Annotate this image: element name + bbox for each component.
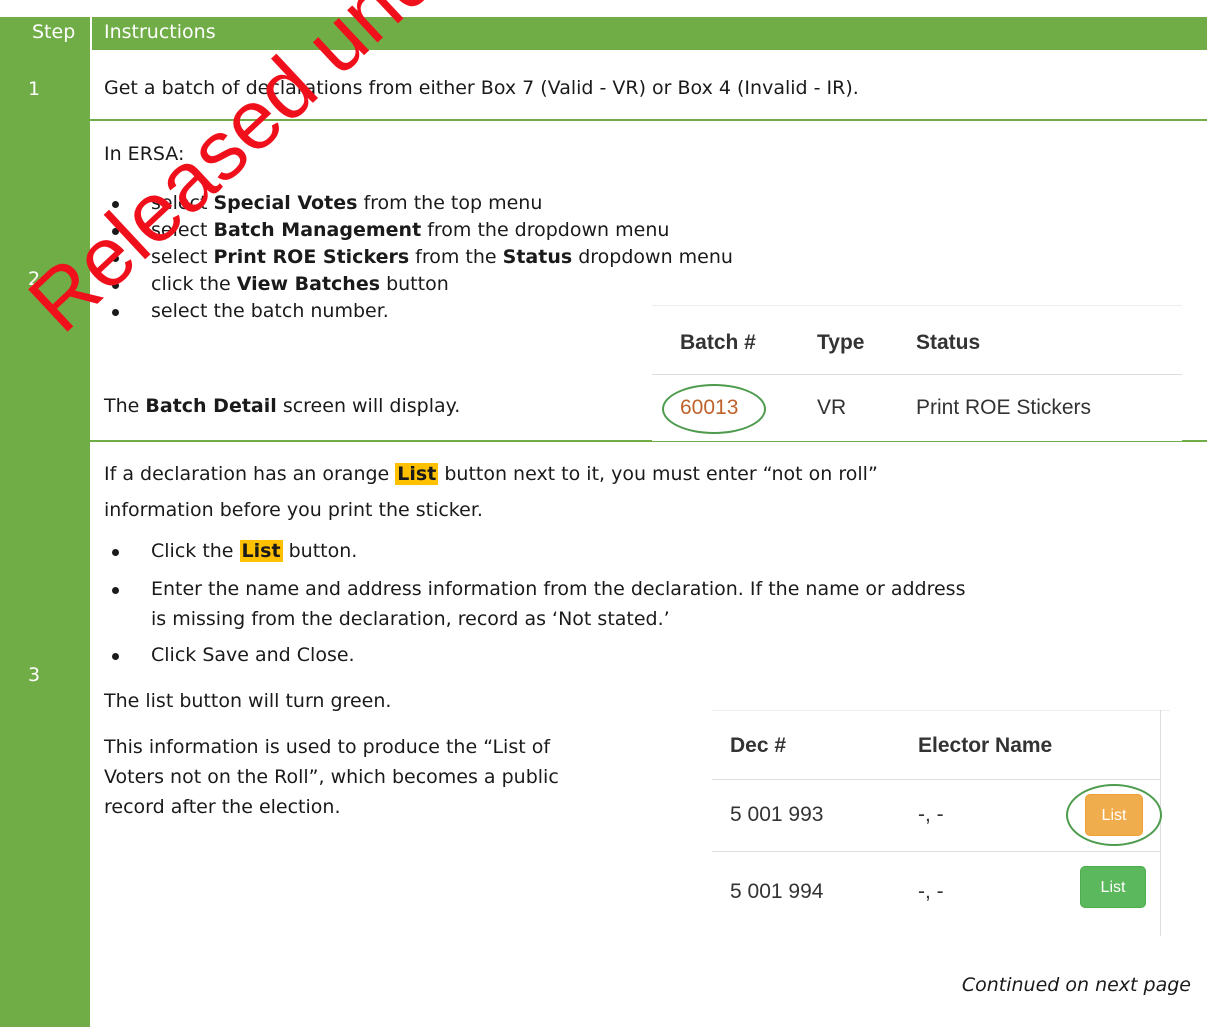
elector-name-header: Elector Name	[918, 734, 1053, 757]
step-column	[0, 50, 90, 1027]
step-column-header: Step	[32, 21, 76, 43]
dec-number-cell: 5 001 993	[730, 803, 824, 826]
bullet-dot	[112, 549, 119, 556]
continued-note: Continued on next page	[961, 974, 1191, 996]
row-divider	[90, 119, 1207, 121]
elector-name-cell: -, -	[918, 803, 944, 826]
dec-header: Dec #	[730, 734, 787, 757]
list-button-green[interactable]: List	[1080, 866, 1146, 908]
step-3-bullet-1: Click the List button.	[151, 540, 358, 562]
instructions-column-header: Instructions	[104, 21, 216, 43]
list-item: click the View Batches button	[104, 271, 733, 298]
step-3-bullet-3: Click Save and Close.	[151, 644, 355, 666]
highlight-circle	[662, 384, 766, 434]
table-header: Step Instructions	[0, 17, 1207, 50]
highlight-circle	[1066, 784, 1162, 846]
list-item: select Special Votes from the top menu	[104, 190, 733, 217]
step-3-bullet-2-line2: is missing from the declaration, record …	[151, 608, 670, 630]
table-divider	[652, 374, 1182, 375]
batch-status-cell: Print ROE Stickers	[916, 396, 1092, 419]
list-item: select the batch number.	[104, 298, 733, 325]
table-divider	[712, 779, 1160, 780]
type-header: Type	[817, 331, 865, 354]
step-2-intro: In ERSA:	[104, 143, 185, 165]
status-header: Status	[916, 331, 981, 354]
step-2-bullets: select Special Votes from the top menu s…	[104, 190, 733, 325]
dec-number-cell: 5 001 994	[730, 880, 824, 903]
step-1-text: Get a batch of declarations from either …	[104, 77, 859, 99]
elector-name-cell: -, -	[918, 880, 944, 903]
step-3-intro-line2: information before you print the sticker…	[104, 499, 483, 521]
list-item: select Batch Management from the dropdow…	[104, 217, 733, 244]
step-number-3: 3	[28, 664, 41, 686]
step-2-outro: The Batch Detail screen will display.	[104, 395, 461, 417]
batch-header: Batch #	[680, 331, 756, 354]
step-3-para-2-line1: This information is used to produce the …	[104, 736, 551, 758]
bullet-dot	[112, 653, 119, 660]
step-number-1: 1	[28, 78, 41, 100]
step-number-2: 2	[28, 268, 41, 290]
bullet-dot	[112, 587, 119, 594]
step-3-para-2-line2: Voters not on the Roll”, which becomes a…	[104, 766, 559, 788]
step-3-para-2-line3: record after the election.	[104, 796, 341, 818]
header-divider	[90, 17, 92, 50]
list-item: select Print ROE Stickers from the Statu…	[104, 244, 733, 271]
batch-type-cell: VR	[817, 396, 847, 419]
step-3-para-1: The list button will turn green.	[104, 690, 392, 712]
table-divider	[712, 851, 1160, 852]
step-3-bullet-2-line1: Enter the name and address information f…	[151, 578, 966, 600]
step-3-intro-line1: If a declaration has an orange List butt…	[104, 463, 878, 485]
